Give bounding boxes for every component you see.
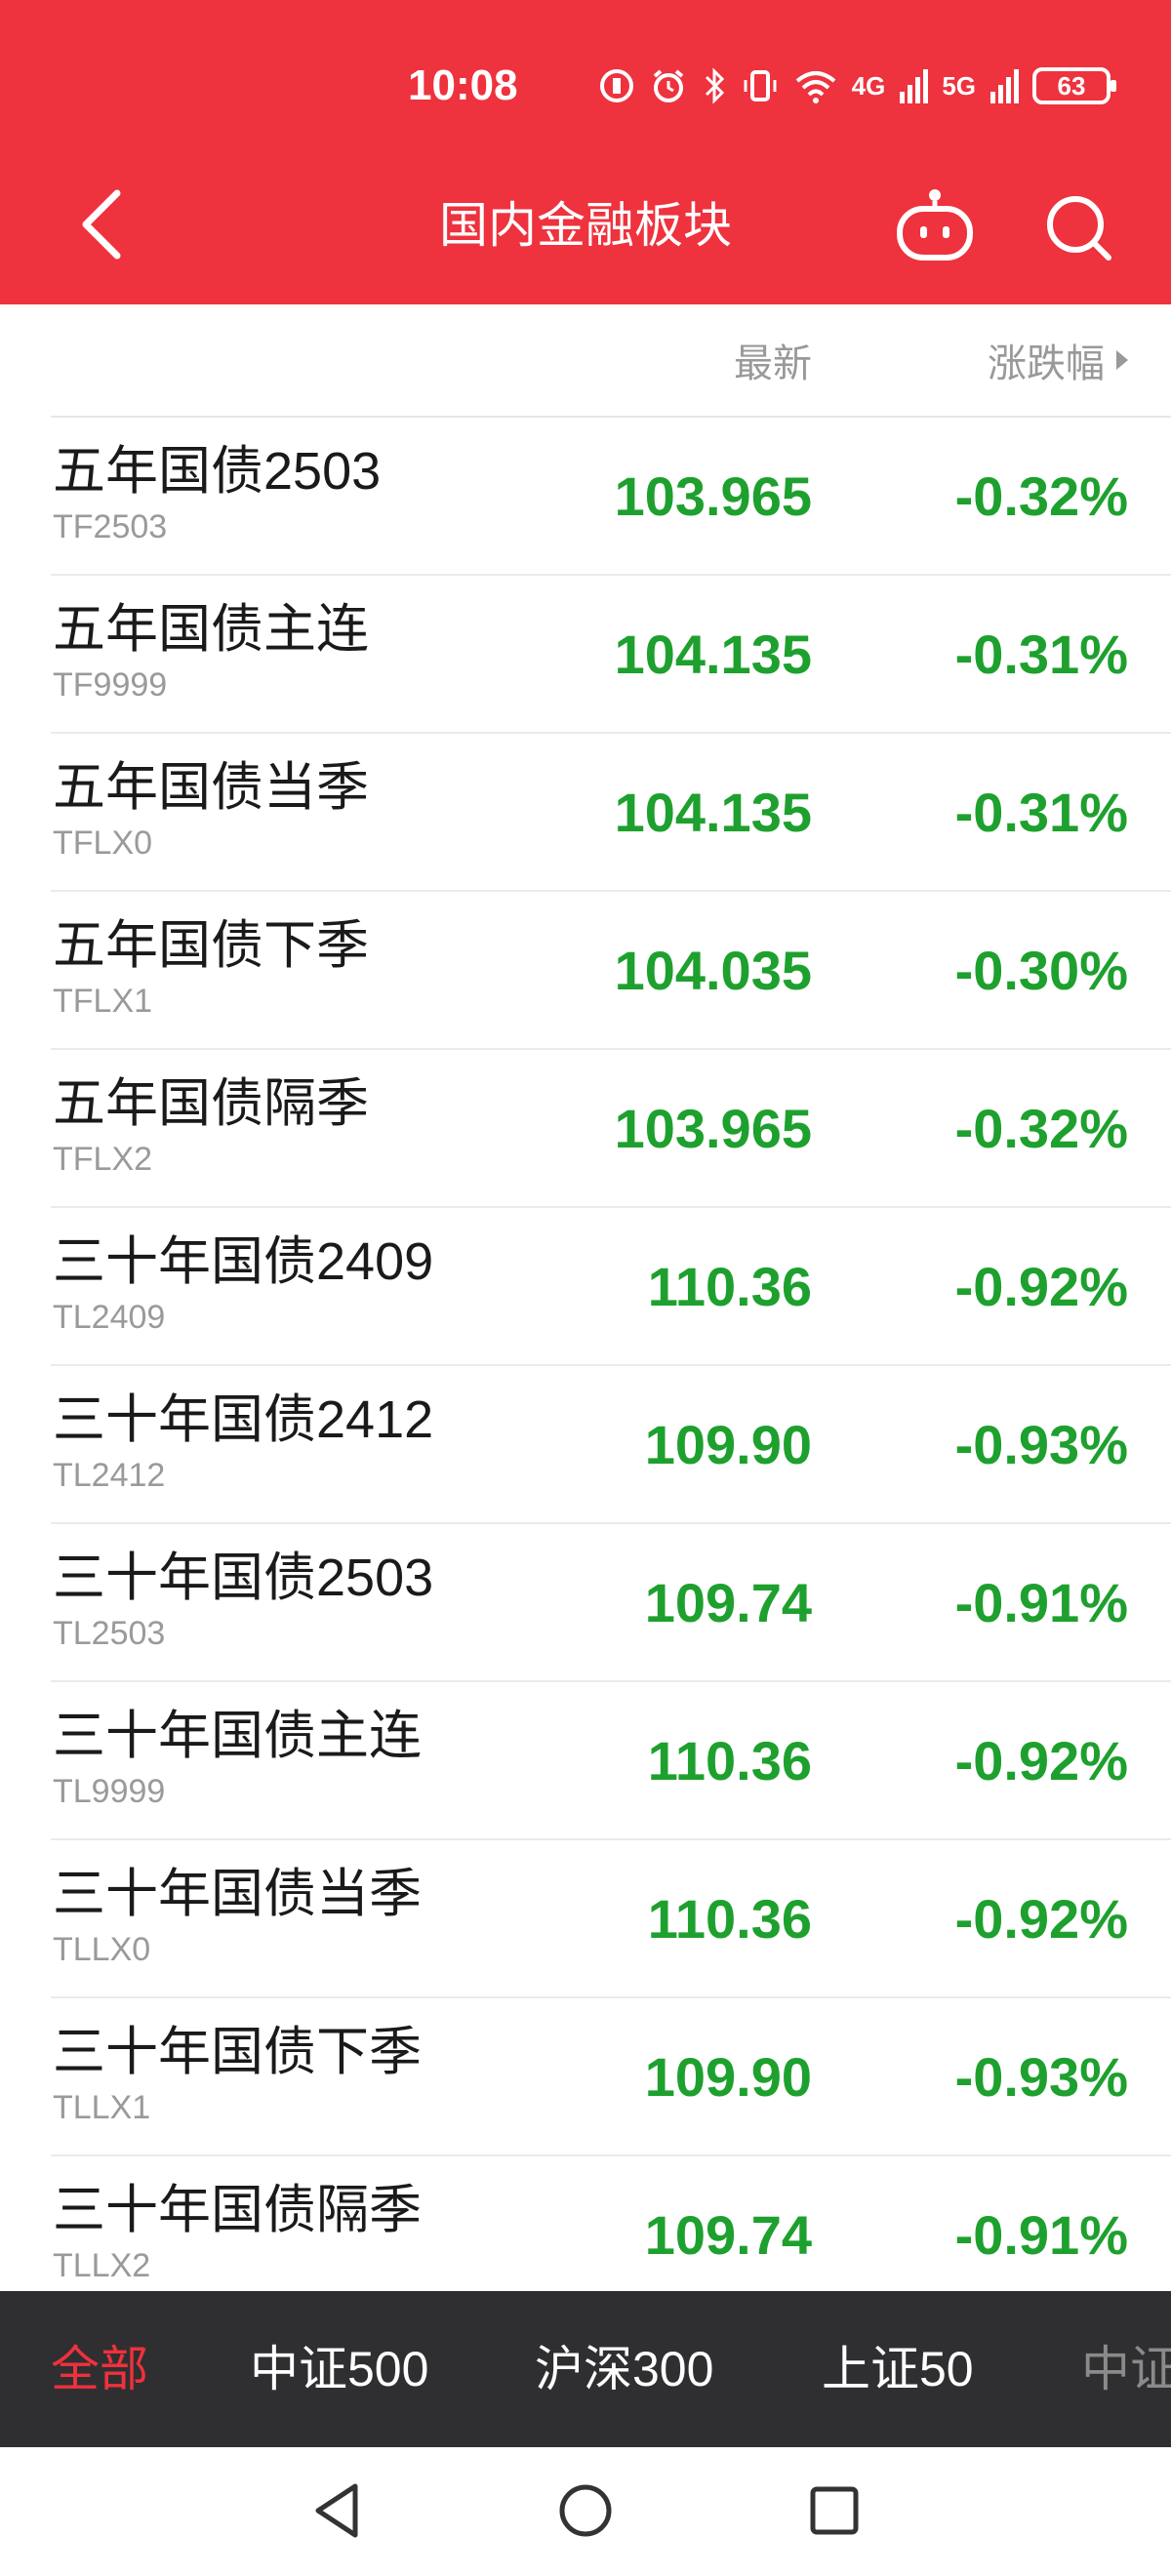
- list-item[interactable]: 三十年国债2409 TL2409 110.36 -0.92%: [0, 1208, 1171, 1366]
- item-change: -0.31%: [954, 624, 1128, 685]
- item-code: TL2412: [53, 1457, 166, 1494]
- item-price: 109.90: [644, 2046, 812, 2108]
- item-price: 110.36: [647, 1256, 812, 1317]
- item-change: -0.92%: [954, 1256, 1128, 1317]
- item-change: -0.92%: [954, 1888, 1128, 1950]
- vibrate-icon: [744, 70, 777, 101]
- item-price: 109.74: [644, 2204, 812, 2266]
- item-price: 109.90: [644, 1414, 812, 1475]
- network-4g-label: 4G: [851, 70, 886, 101]
- nav-recents-icon[interactable]: [800, 2476, 868, 2545]
- column-change-sort[interactable]: 涨跌幅: [988, 332, 1128, 388]
- item-code: TFLX2: [53, 1141, 153, 1178]
- item-change: -0.32%: [954, 465, 1128, 527]
- network-5g-label: 5G: [942, 70, 976, 101]
- item-price: 104.035: [614, 940, 812, 1001]
- item-code: TLLX2: [53, 2247, 151, 2284]
- item-code: TF9999: [53, 666, 168, 704]
- column-latest[interactable]: 最新: [734, 332, 812, 388]
- tab-all[interactable]: 全部: [51, 2340, 148, 2398]
- item-name: 三十年国债主连: [53, 1707, 422, 1765]
- signal-icon-2: [990, 69, 1019, 103]
- item-name: 三十年国债2409: [53, 1232, 434, 1291]
- item-name: 三十年国债当季: [53, 1865, 422, 1923]
- wifi-icon: [795, 71, 835, 103]
- item-name: 五年国债下季: [53, 916, 369, 975]
- search-icon[interactable]: [1040, 189, 1118, 267]
- item-change: -0.32%: [954, 1098, 1128, 1159]
- item-price: 104.135: [614, 782, 812, 843]
- tab-csi-more[interactable]: 中证: [1081, 2340, 1171, 2398]
- item-name: 三十年国债隔季: [53, 2181, 422, 2239]
- futures-list: 五年国债2503 TF2503 103.965 -0.32% 五年国债主连 TF…: [0, 418, 1171, 2291]
- signal-icon-1: [900, 69, 929, 103]
- item-price: 103.965: [614, 1098, 812, 1159]
- item-code: TFLX1: [53, 983, 153, 1020]
- item-change: -0.92%: [954, 1730, 1128, 1791]
- item-name: 五年国债隔季: [53, 1074, 369, 1133]
- item-code: TLLX0: [53, 1931, 151, 1968]
- status-time: 10:08: [408, 61, 518, 109]
- nav-home-icon[interactable]: [551, 2476, 620, 2545]
- robot-icon[interactable]: [894, 185, 976, 265]
- column-change-label: 涨跌幅: [988, 342, 1105, 385]
- item-price: 109.74: [644, 1572, 812, 1633]
- nav-back-icon[interactable]: [304, 2476, 373, 2545]
- item-change: -0.31%: [954, 782, 1128, 843]
- item-code: TL2503: [53, 1615, 166, 1652]
- sort-arrow-icon: [1116, 350, 1128, 370]
- battery-level: 63: [1057, 70, 1086, 101]
- item-change: -0.91%: [954, 1572, 1128, 1633]
- app-header: 10:08 4G 5G 63 国内金融板块: [0, 0, 1171, 304]
- list-item[interactable]: 五年国债下季 TFLX1 104.035 -0.30%: [0, 892, 1171, 1050]
- item-code: TLLX1: [53, 2089, 151, 2126]
- list-item[interactable]: 五年国债主连 TF9999 104.135 -0.31%: [0, 576, 1171, 734]
- item-name: 五年国债当季: [53, 758, 369, 817]
- system-nav-bar: [0, 2447, 1171, 2576]
- status-icons: 4G 5G 63: [598, 62, 1116, 109]
- item-code: TL2409: [53, 1299, 166, 1336]
- list-item[interactable]: 五年国债当季 TFLX0 104.135 -0.31%: [0, 734, 1171, 892]
- item-price: 104.135: [614, 624, 812, 685]
- list-item[interactable]: 五年国债2503 TF2503 103.965 -0.32%: [0, 418, 1171, 576]
- item-name: 三十年国债2503: [53, 1549, 434, 1607]
- bluetooth-icon: [705, 67, 724, 104]
- list-item[interactable]: 五年国债隔季 TFLX2 103.965 -0.32%: [0, 1050, 1171, 1208]
- item-change: -0.93%: [954, 2046, 1128, 2108]
- item-code: TFLX0: [53, 825, 153, 862]
- item-price: 110.36: [647, 1730, 812, 1791]
- tab-csi300[interactable]: 沪深300: [535, 2340, 713, 2398]
- item-change: -0.91%: [954, 2204, 1128, 2266]
- item-name: 三十年国债下季: [53, 2023, 422, 2081]
- item-price: 103.965: [614, 465, 812, 527]
- item-change: -0.30%: [954, 940, 1128, 1001]
- item-code: TF2503: [53, 508, 168, 545]
- page-title: 国内金融板块: [439, 198, 732, 253]
- tab-csi500[interactable]: 中证500: [250, 2340, 428, 2398]
- item-name: 三十年国债2412: [53, 1390, 434, 1449]
- list-item[interactable]: 三十年国债隔季 TLLX2 109.74 -0.91%: [0, 2156, 1171, 2291]
- item-price: 110.36: [647, 1888, 812, 1950]
- list-item[interactable]: 三十年国债当季 TLLX0 110.36 -0.92%: [0, 1840, 1171, 1998]
- list-item[interactable]: 三十年国债下季 TLLX1 109.90 -0.93%: [0, 1998, 1171, 2156]
- battery-icon: 63: [1032, 67, 1116, 104]
- item-change: -0.93%: [954, 1414, 1128, 1475]
- list-item[interactable]: 三十年国债2412 TL2412 109.90 -0.93%: [0, 1366, 1171, 1524]
- item-name: 五年国债主连: [53, 600, 369, 659]
- item-name: 五年国债2503: [53, 442, 382, 501]
- list-item[interactable]: 三十年国债2503 TL2503 109.74 -0.91%: [0, 1524, 1171, 1682]
- list-item[interactable]: 三十年国债主连 TL9999 110.36 -0.92%: [0, 1682, 1171, 1840]
- item-code: TL9999: [53, 1773, 166, 1810]
- alarm-icon: [653, 69, 683, 102]
- category-tab-bar: 全部 中证500 沪深300 上证50 中证: [0, 2291, 1171, 2447]
- hd-call-icon: [599, 69, 633, 102]
- tab-sse50[interactable]: 上证50: [822, 2340, 974, 2398]
